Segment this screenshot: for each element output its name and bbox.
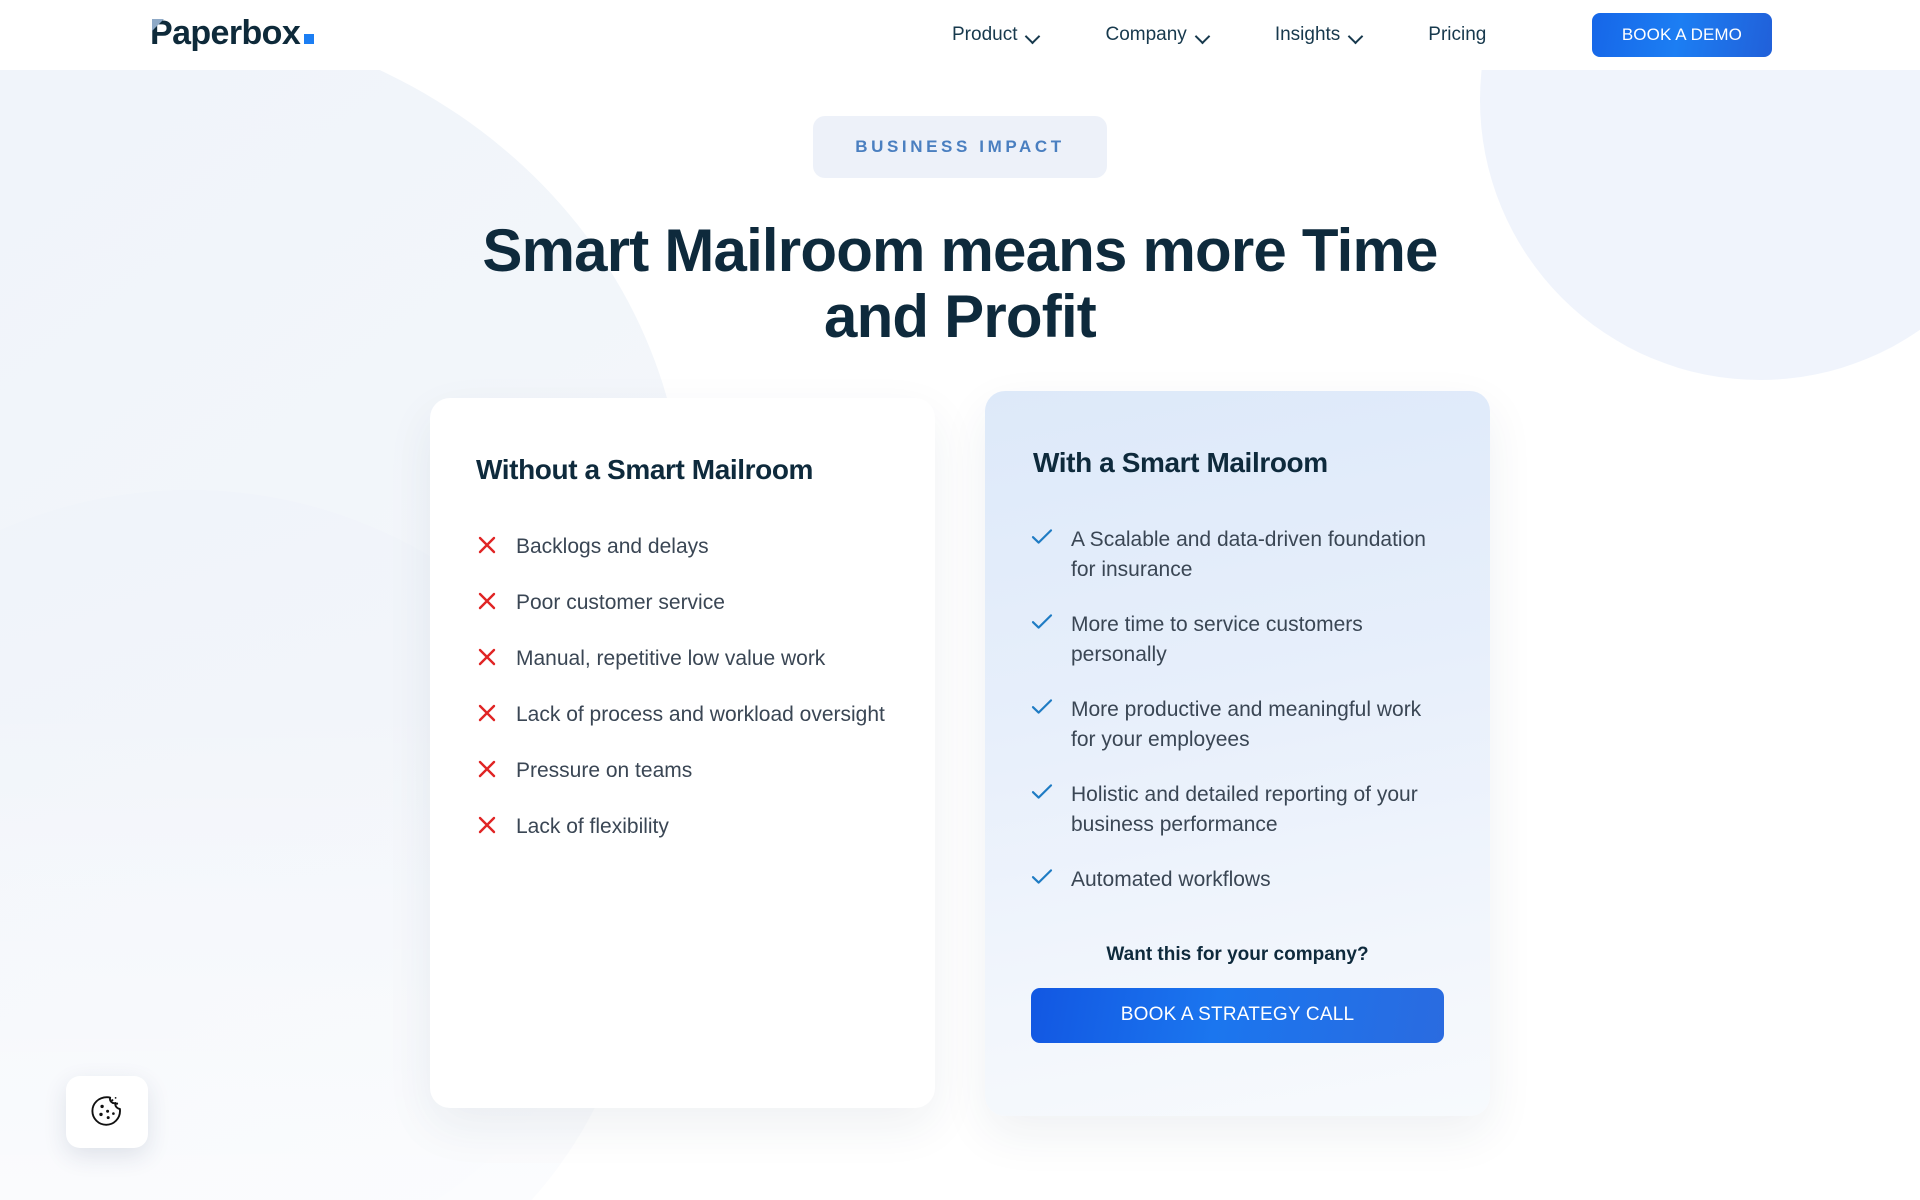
site-header: Paperbox Product Company Insights Pricin… xyxy=(0,0,1920,70)
x-icon xyxy=(476,590,498,620)
comparison-cards: Without a Smart Mailroom Backlogs and de… xyxy=(430,391,1490,1116)
list-item-label: Pressure on teams xyxy=(516,759,693,782)
nav-item-insights-label: Insights xyxy=(1274,24,1341,45)
check-icon xyxy=(1031,528,1053,558)
with-feature-list: A Scalable and data-driven foundation fo… xyxy=(1031,525,1444,898)
card-with-smart-mailroom: With a Smart Mailroom A Scalable and dat… xyxy=(985,391,1490,1116)
hero-section: BUSINESS IMPACT Smart Mailroom means mor… xyxy=(0,70,1920,1116)
chevron-down-icon xyxy=(1196,31,1209,39)
book-a-strategy-call-button[interactable]: BOOK A STRATEGY CALL xyxy=(1031,987,1444,1043)
list-item-label: Backlogs and delays xyxy=(516,535,709,558)
list-item: Pressure on teams xyxy=(476,756,889,788)
list-item-label: More productive and meaningful work for … xyxy=(1071,697,1422,752)
list-item: Automated workflows xyxy=(1031,865,1444,898)
nav-item-company[interactable]: Company xyxy=(1083,24,1230,46)
without-feature-list: Backlogs and delays Poor customer servic… xyxy=(476,532,889,844)
list-item-label: Holistic and detailed reporting of your … xyxy=(1071,782,1418,837)
nav-item-product[interactable]: Product xyxy=(930,24,1061,46)
page-title: Smart Mailroom means more Time and Profi… xyxy=(482,217,1438,350)
logo-text: Paperbox xyxy=(150,14,301,52)
card-with-title: With a Smart Mailroom xyxy=(1033,447,1328,478)
nav-item-pricing[interactable]: Pricing xyxy=(1406,24,1508,46)
x-icon xyxy=(476,646,498,676)
x-icon xyxy=(476,758,498,788)
check-icon xyxy=(1031,783,1053,813)
cookie-icon xyxy=(90,1094,124,1131)
check-icon xyxy=(1031,613,1053,643)
list-item: A Scalable and data-driven foundation fo… xyxy=(1031,525,1444,586)
nav-item-pricing-label: Pricing xyxy=(1428,24,1487,45)
list-item-label: Lack of flexibility xyxy=(516,815,669,838)
logo-wordmark: Paperbox xyxy=(150,14,301,53)
card-without-smart-mailroom: Without a Smart Mailroom Backlogs and de… xyxy=(430,398,935,1108)
list-item: Poor customer service xyxy=(476,588,889,620)
logo-dot-icon xyxy=(304,34,315,44)
list-item: More time to service customers personall… xyxy=(1031,610,1444,671)
chevron-down-icon xyxy=(1349,31,1362,39)
list-item: More productive and meaningful work for … xyxy=(1031,695,1444,756)
list-item-label: Poor customer service xyxy=(516,591,725,614)
list-item-label: Automated workflows xyxy=(1071,867,1271,891)
x-icon xyxy=(476,702,498,732)
check-icon xyxy=(1031,868,1053,898)
x-icon xyxy=(476,814,498,844)
cookie-settings-button[interactable] xyxy=(66,1076,148,1148)
book-a-demo-button[interactable]: BOOK A DEMO xyxy=(1591,13,1772,57)
main-navigation: Product Company Insights Pricing xyxy=(930,0,1508,70)
card-cta-block: Want this for your company? BOOK A STRAT… xyxy=(1031,944,1444,1043)
nav-item-insights[interactable]: Insights xyxy=(1253,24,1384,46)
logo[interactable]: Paperbox xyxy=(150,14,315,53)
check-icon xyxy=(1031,698,1053,728)
list-item: Manual, repetitive low value work xyxy=(476,644,889,676)
cta-question-label: Want this for your company? xyxy=(1106,943,1369,965)
list-item-label: A Scalable and data-driven foundation fo… xyxy=(1071,528,1426,582)
list-item: Lack of flexibility xyxy=(476,812,889,844)
eyebrow-badge: BUSINESS IMPACT xyxy=(813,116,1107,178)
card-without-title: Without a Smart Mailroom xyxy=(476,454,814,485)
list-item-label: More time to service customers personall… xyxy=(1071,612,1363,667)
nav-item-product-label: Product xyxy=(952,24,1018,45)
list-item: Backlogs and delays xyxy=(476,532,889,564)
list-item: Lack of process and workload oversight xyxy=(476,700,889,732)
x-icon xyxy=(476,534,498,564)
nav-item-company-label: Company xyxy=(1105,24,1187,45)
list-item-label: Lack of process and workload oversight xyxy=(516,703,885,726)
list-item: Holistic and detailed reporting of your … xyxy=(1031,780,1444,841)
list-item-label: Manual, repetitive low value work xyxy=(516,647,826,670)
chevron-down-icon xyxy=(1026,31,1039,39)
